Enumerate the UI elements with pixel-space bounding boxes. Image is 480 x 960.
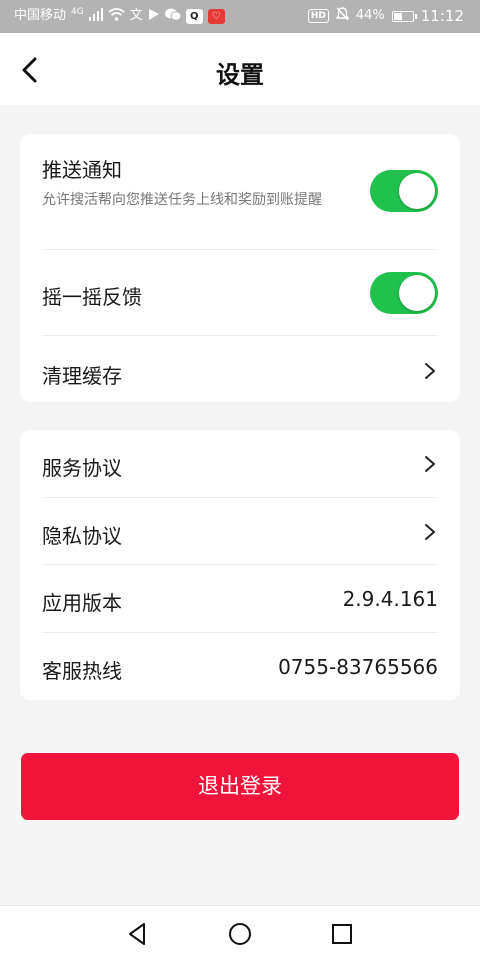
- wifi-icon: [108, 7, 125, 25]
- qq-icon: Q: [185, 8, 203, 24]
- clear-cache-row[interactable]: 清理缓存: [42, 336, 438, 402]
- status-right: HD 44% 11:12: [307, 7, 464, 25]
- battery-icon: [391, 10, 417, 22]
- chevron-right-icon: [422, 453, 438, 475]
- wechat-icon: [164, 8, 182, 25]
- hd-icon: HD: [307, 9, 329, 23]
- chevron-right-icon: [422, 521, 438, 543]
- home-circle-icon[interactable]: [226, 920, 254, 948]
- page-title: 设置: [216, 61, 264, 89]
- shake-feedback-row: 摇一摇反馈: [42, 250, 438, 336]
- status-bar: 中国移动 4G 文 Q ♡ HD 44% 11:12: [0, 0, 480, 33]
- carrier-label: 中国移动: [14, 8, 67, 23]
- signal-icon: [88, 7, 103, 25]
- toggle-knob: [399, 173, 435, 209]
- translate-icon: 文: [129, 8, 143, 23]
- status-left: 中国移动 4G 文 Q ♡: [14, 7, 225, 25]
- settings-group-about: 服务协议 隐私协议 应用版本 2.9.4.161 客服热线 0755-83765…: [20, 430, 460, 700]
- mute-icon: [335, 7, 350, 25]
- service-agreement-title: 服务协议: [42, 456, 122, 480]
- hotline-row[interactable]: 客服热线 0755-83765566: [42, 633, 438, 701]
- header: 设置: [0, 33, 480, 107]
- back-triangle-icon[interactable]: [124, 920, 152, 948]
- settings-group-notifications: 推送通知 允许搜活帮向您推送任务上线和奖励到账提醒 摇一摇反馈 清理缓存: [20, 134, 460, 402]
- battery-percent: 44%: [355, 8, 385, 23]
- push-notification-row: 推送通知 允许搜活帮向您推送任务上线和奖励到账提醒: [42, 134, 438, 250]
- privacy-agreement-title: 隐私协议: [42, 523, 122, 548]
- app-notification-icon: ♡: [207, 8, 225, 24]
- clear-cache-title: 清理缓存: [42, 364, 122, 388]
- app-version-row: 应用版本 2.9.4.161: [42, 565, 438, 633]
- push-notification-toggle[interactable]: [370, 170, 438, 212]
- chevron-right-icon: [422, 360, 438, 382]
- push-notification-description: 允许搜活帮向您推送任务上线和奖励到账提醒: [42, 192, 322, 208]
- service-agreement-row[interactable]: 服务协议: [42, 430, 438, 498]
- shake-feedback-toggle[interactable]: [370, 272, 438, 314]
- system-nav-bar: [0, 905, 480, 960]
- toggle-knob: [399, 275, 435, 311]
- location-icon: [148, 8, 160, 25]
- logout-button[interactable]: 退出登录: [21, 753, 459, 820]
- network-label: 4G: [71, 7, 84, 17]
- recents-square-icon[interactable]: [328, 920, 356, 948]
- clock: 11:12: [420, 7, 464, 25]
- hotline-value[interactable]: 0755-83765566: [278, 655, 438, 679]
- privacy-agreement-row[interactable]: 隐私协议: [42, 498, 438, 565]
- app-version-value: 2.9.4.161: [342, 587, 438, 611]
